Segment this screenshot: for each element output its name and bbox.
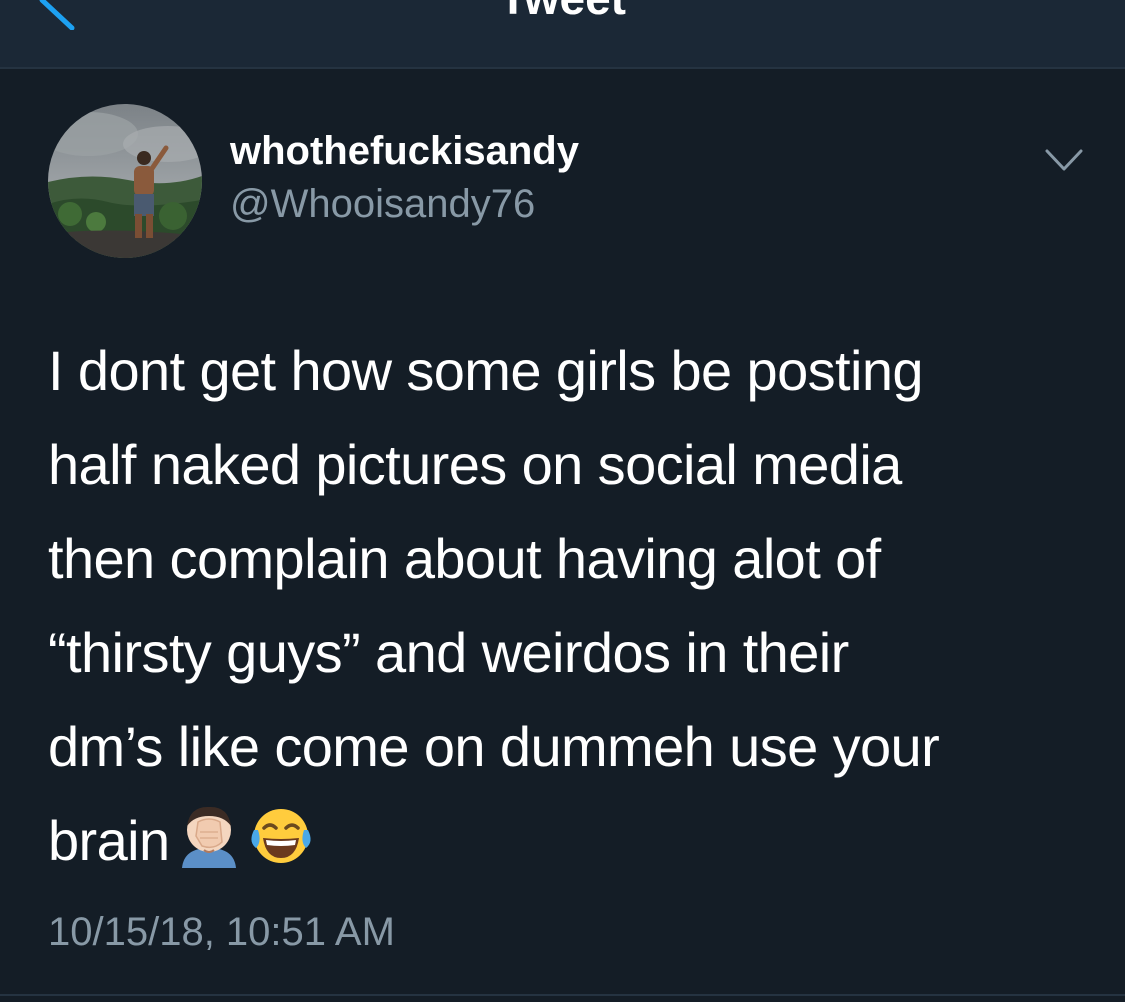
tweet-detail: whothefuckisandy @Whooisandy76 I dont ge… xyxy=(0,69,1125,1002)
author-handle[interactable]: @Whooisandy76 xyxy=(230,180,535,228)
tweet-text: I dont get how some girls be posting hal… xyxy=(48,324,1098,888)
avatar[interactable] xyxy=(48,104,202,258)
tweet-body: I dont get how some girls be posting hal… xyxy=(48,339,940,872)
chevron-down-icon[interactable] xyxy=(1044,147,1084,173)
page-title: Tweet xyxy=(0,0,1125,26)
top-navigation-bar: Tweet xyxy=(0,0,1125,69)
tweet-timestamp: 10/15/18, 10:51 AM xyxy=(48,910,395,954)
author-display-name[interactable]: whothefuckisandy xyxy=(230,127,579,175)
tears-of-joy-emoji-icon xyxy=(250,809,311,863)
divider xyxy=(0,994,1125,996)
face-palm-emoji-icon xyxy=(181,806,236,868)
